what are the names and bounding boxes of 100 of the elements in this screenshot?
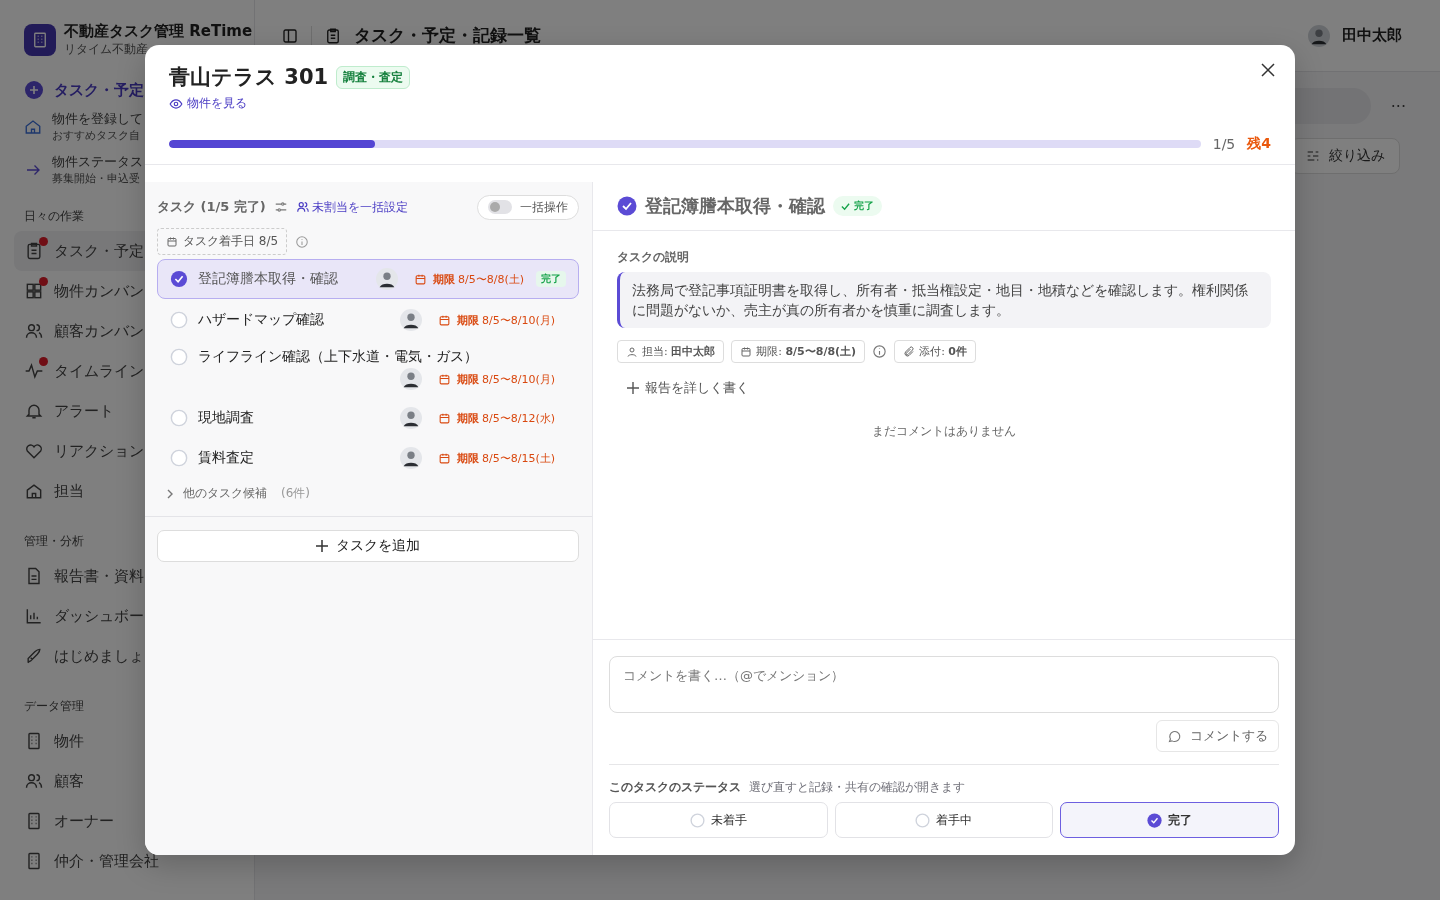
avatar: [1308, 24, 1330, 47]
status-option[interactable]: 未着手: [609, 802, 828, 838]
due-date: 期限 8/5〜8/15(土): [456, 450, 555, 466]
status-hint: 選び直すと記録・共有の確認が開きます: [749, 779, 965, 796]
progress-count: 1/5: [1212, 135, 1236, 152]
radio-circle-icon: [689, 812, 705, 828]
nav-item[interactable]: 仲介・管理会社: [24, 841, 254, 881]
pulse-icon: [24, 361, 44, 381]
heart-icon: [24, 441, 44, 461]
grid-icon: [24, 281, 44, 301]
eye-icon: [169, 96, 183, 111]
calendar-icon: [437, 372, 451, 386]
more-button[interactable]: ···: [1384, 95, 1412, 117]
write-report-link[interactable]: 報告を詳しく書く: [627, 379, 749, 397]
calendar-icon: [166, 235, 178, 248]
users-icon: [295, 200, 310, 214]
section-heading: 日々の作業: [24, 208, 85, 225]
nav-item[interactable]: 物件: [24, 721, 254, 761]
chevron-icon: [165, 488, 175, 499]
task-item[interactable]: ハザードマップ確認 期限 8/5〜8/10(月): [157, 301, 579, 339]
page-title: タスク・予定・記録一覧: [354, 24, 541, 47]
radio-circle-icon[interactable]: [170, 449, 188, 467]
sliders-icon[interactable]: [273, 200, 288, 214]
info-icon[interactable]: [872, 344, 888, 359]
status-option[interactable]: 完了: [1060, 802, 1279, 838]
bulk-toggle[interactable]: 一括操作: [477, 194, 579, 220]
user-name[interactable]: 田中太郎: [1342, 26, 1402, 45]
due-date: 期限 8/5〜8/10(月): [456, 371, 555, 387]
section-heading: 管理・分析: [24, 533, 85, 550]
clip-icon: [903, 345, 916, 358]
person-icon: [626, 345, 638, 358]
radio-circle-icon[interactable]: [170, 311, 188, 329]
task-detail-title: 登記簿謄本取得・確認: [645, 194, 825, 218]
tasks-heading: タスク (1/5 完了): [157, 198, 266, 216]
description-label: タスクの説明: [617, 249, 690, 266]
app-name: 不動産タスク管理 ReTime: [64, 22, 253, 41]
users-icon: [24, 321, 44, 341]
nav-item[interactable]: 顧客: [24, 761, 254, 801]
plus-icon: [316, 540, 328, 552]
users-icon: [24, 771, 44, 791]
quick-action-link[interactable]: 物件を登録して おすすめタスク自: [24, 110, 254, 143]
task-item[interactable]: 現地調査 期限 8/5〜8/12(水): [157, 399, 579, 437]
close-icon: [1261, 63, 1275, 77]
checked-icon[interactable]: [617, 196, 637, 216]
checked-icon[interactable]: [170, 270, 188, 288]
radio-circle-icon: [915, 812, 931, 828]
status-label: このタスクのステータス: [609, 779, 741, 796]
more-candidates-toggle[interactable]: 他のタスク候補 (6件): [157, 477, 579, 512]
stage-tag: 調査・査定: [336, 65, 411, 89]
meta-chip: 添付: 0件: [894, 340, 976, 363]
task-title: ハザードマップ確認: [198, 311, 324, 329]
info-icon[interactable]: [295, 234, 310, 249]
clipboard-icon: [24, 241, 44, 261]
meta-chip: 期限: 8/5〜8/8(土): [731, 340, 866, 363]
nav-item[interactable]: はじめましょ: [24, 636, 254, 676]
add-task-button[interactable]: タスクを追加: [157, 530, 579, 562]
radio-circle-icon[interactable]: [170, 348, 188, 366]
logo-icon: [24, 24, 56, 56]
comment-field[interactable]: コメントを書く…（@でメンション）: [609, 656, 1279, 713]
start-date-chip[interactable]: タスク着手日 8/5: [157, 228, 288, 255]
due-date: 期限 8/5〜8/8(土): [432, 271, 524, 287]
meta-chip: 担当: 田中太郎: [617, 340, 725, 363]
check-icon: [841, 201, 850, 211]
comment-button[interactable]: コメントする: [1156, 720, 1279, 752]
app-subtitle: リタイム不動産: [64, 41, 149, 58]
status-option[interactable]: 着手中: [834, 802, 1054, 838]
task-description: 法務局で登記事項証明書を取得し、所有者・抵当権設定・地目・地積などを確認します。権利関係に問題がないか、売主が真の所有者かを慎重に調査します。: [617, 272, 1271, 328]
nav-item[interactable]: オーナー: [24, 801, 254, 841]
avatar: [399, 368, 422, 390]
filter-icon: [1305, 148, 1321, 164]
calendar-icon: [740, 345, 753, 358]
nav-item[interactable]: ダッシュボー: [24, 596, 254, 636]
plus-icon: [24, 80, 44, 100]
avatar: [399, 407, 422, 429]
avatar: [399, 447, 422, 469]
task-item[interactable]: ライフライン確認（上下水道・電気・ガス） 期限 8/5〜8/10(月): [157, 341, 579, 397]
clipboard-icon: [324, 26, 342, 45]
task-title: 現地調査: [198, 409, 254, 427]
task-title: 登記簿謄本取得・確認: [198, 270, 338, 288]
bulk-assign-link[interactable]: 未割当を一括設定: [295, 198, 408, 216]
radio-circle-icon[interactable]: [170, 409, 188, 427]
calendar-icon: [437, 451, 451, 465]
empty-comments-message: まだコメントはありません: [872, 423, 1016, 440]
remaining-count: 残4: [1247, 134, 1271, 153]
due-date: 期限 8/5〜8/10(月): [456, 312, 555, 328]
close-button[interactable]: [1261, 63, 1275, 77]
task-item[interactable]: 賃料査定 期限 8/5〜8/15(土): [157, 439, 579, 477]
chart-icon: [24, 606, 44, 626]
section-heading: データ管理: [24, 698, 85, 715]
plus-icon: [627, 382, 639, 394]
task-item[interactable]: 登記簿謄本取得・確認 期限 8/5〜8/8(土) 完了: [157, 259, 579, 299]
due-date: 期限 8/5〜8/12(水): [456, 410, 555, 426]
status-badge: 完了: [833, 196, 882, 216]
calendar-icon: [437, 313, 451, 327]
view-property-link[interactable]: 物件を見る: [169, 95, 247, 112]
avatar: [375, 268, 398, 290]
avatar: [399, 309, 422, 331]
sidebar-toggle-icon[interactable]: [281, 26, 299, 45]
done-badge: 完了: [536, 271, 566, 287]
quick-action-link[interactable]: 物件ステータス 募集開始・申込受: [24, 153, 254, 186]
